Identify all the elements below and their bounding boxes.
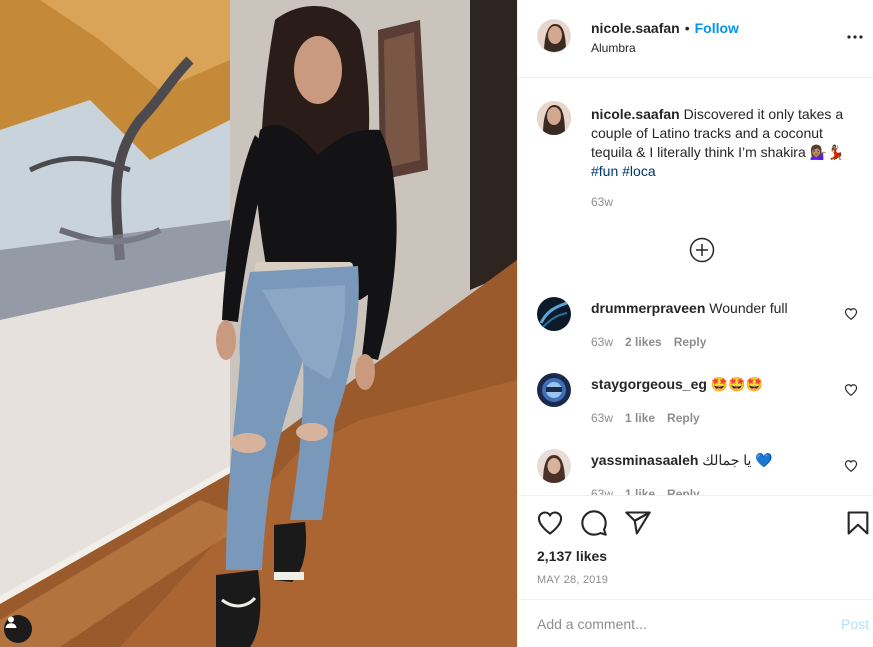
avatar[interactable] <box>537 449 571 483</box>
comment-item: drummerpraveen Wounder full 63w 2 likes … <box>518 297 873 367</box>
heart-icon[interactable] <box>536 509 564 537</box>
more-options-button[interactable] <box>844 26 866 48</box>
reply-button[interactable]: Reply <box>674 335 707 349</box>
post-comment-button[interactable]: Post <box>841 616 869 632</box>
plus-circle-icon <box>689 237 715 263</box>
comment-item: staygorgeous_eg 🤩🤩🤩 63w 1 like Reply <box>518 373 873 443</box>
comment-meta: 63w 2 likes Reply <box>591 335 706 349</box>
share-icon[interactable] <box>624 509 652 537</box>
heart-icon[interactable] <box>844 459 858 473</box>
comment-timestamp[interactable]: 63w <box>591 487 613 495</box>
comment-item: yassminasaaleh يا جمالك 💙 63w 1 like Rep… <box>518 449 873 495</box>
hashtag-link[interactable]: #fun <box>591 163 618 179</box>
bookmark-icon[interactable] <box>844 509 872 537</box>
comment-body: Wounder full <box>709 300 788 316</box>
avatar-image <box>538 20 570 52</box>
comment-input[interactable] <box>537 614 817 634</box>
comment-username[interactable]: staygorgeous_eg <box>591 376 707 392</box>
post-location[interactable]: Alumbra <box>591 41 636 55</box>
comment-likes[interactable]: 2 likes <box>625 335 662 349</box>
load-more-comments-button[interactable] <box>689 237 715 263</box>
avatar-image <box>537 101 571 135</box>
comment-meta: 63w 1 like Reply <box>591 487 700 495</box>
caption-username[interactable]: nicole.saafan <box>591 106 680 122</box>
post-date[interactable]: MAY 28, 2019 <box>537 574 608 586</box>
likes-count[interactable]: 2,137 likes <box>537 548 607 564</box>
comment-username[interactable]: drummerpraveen <box>591 300 705 316</box>
separator-dot: • <box>684 20 690 36</box>
comment-body: 🤩🤩🤩 <box>710 376 764 392</box>
hashtag-link[interactable]: #loca <box>622 163 655 179</box>
comments-section[interactable]: nicole.saafan Discovered it only takes a… <box>518 79 873 495</box>
avatar-image <box>537 449 571 483</box>
follow-button[interactable]: Follow <box>695 20 739 36</box>
reply-button[interactable]: Reply <box>667 411 700 425</box>
avatar[interactable] <box>537 373 571 407</box>
comment-body: يا جمالك 💙 <box>702 452 773 468</box>
caption-timestamp[interactable]: 63w <box>591 195 613 209</box>
heart-icon[interactable] <box>844 307 858 321</box>
comment-icon[interactable] <box>580 509 608 537</box>
header-title-row: nicole.saafan • Follow <box>591 20 739 36</box>
avatar[interactable] <box>537 297 571 331</box>
user-tag-icon <box>5 616 17 628</box>
user-tag-button[interactable] <box>4 615 32 643</box>
post-actions: 2,137 likes MAY 28, 2019 <box>518 495 873 599</box>
comment-meta: 63w 1 like Reply <box>591 411 700 425</box>
comment-timestamp[interactable]: 63w <box>591 411 613 425</box>
post-caption: nicole.saafan Discovered it only takes a… <box>591 105 861 181</box>
heart-icon[interactable] <box>844 383 858 397</box>
avatar[interactable] <box>537 19 571 53</box>
comment-likes[interactable]: 1 like <box>625 411 655 425</box>
post-photo-illustration <box>0 0 517 647</box>
comment-composer: Post <box>518 599 873 647</box>
avatar-image <box>537 297 571 331</box>
post-header: nicole.saafan • Follow Alumbra <box>518 0 873 78</box>
caption-emojis: 💁🏽‍♀️💃🏽 <box>809 144 845 160</box>
comment-timestamp[interactable]: 63w <box>591 335 613 349</box>
instagram-post-modal: nicole.saafan • Follow Alumbra nicole.sa… <box>0 0 873 647</box>
post-author-username[interactable]: nicole.saafan <box>591 20 680 36</box>
more-options-icon <box>847 35 863 39</box>
comment-text: staygorgeous_eg 🤩🤩🤩 <box>591 375 831 393</box>
caption-avatar[interactable] <box>537 101 571 135</box>
post-side-panel: nicole.saafan • Follow Alumbra nicole.sa… <box>517 0 873 647</box>
comment-text: yassminasaaleh يا جمالك 💙 <box>591 451 831 469</box>
reply-button[interactable]: Reply <box>667 487 700 495</box>
comment-username[interactable]: yassminasaaleh <box>591 452 698 468</box>
comment-text: drummerpraveen Wounder full <box>591 299 831 317</box>
comment-likes[interactable]: 1 like <box>625 487 655 495</box>
post-photo[interactable] <box>0 0 517 647</box>
avatar-image <box>537 373 571 407</box>
